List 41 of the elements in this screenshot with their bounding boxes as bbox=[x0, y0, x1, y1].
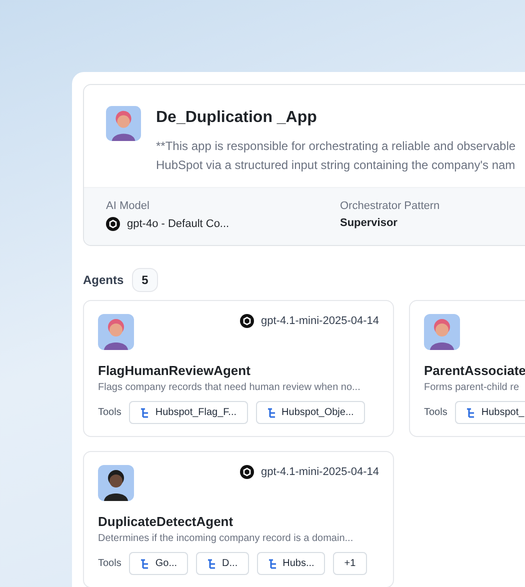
avatar-icon bbox=[424, 314, 460, 350]
agent-card[interactable]: gpt-4.1-mini-2025-04-14 FlagHumanReviewAgent Flags company records that need human review when no... Tools Hubspot_Flag_F... Hubspot_Obje... bbox=[83, 300, 394, 437]
agent-description: Flags company records that need human review when no... bbox=[98, 382, 362, 393]
tool-chip[interactable]: Hubspot_Obje... bbox=[256, 401, 365, 424]
model-name: gpt-4.1-mini-2025-04-14 bbox=[260, 315, 379, 327]
hierarchy-icon bbox=[140, 408, 150, 418]
hierarchy-icon bbox=[207, 558, 218, 568]
hierarchy-icon bbox=[268, 558, 278, 568]
app-description: **This app is responsible for orchestrating a reliable and observable bbox=[156, 138, 516, 155]
more-chip[interactable]: +1 bbox=[333, 552, 367, 575]
tool-chip[interactable]: Hubspot_ bbox=[455, 401, 525, 424]
agent-name: FlagHumanReviewAgent bbox=[98, 363, 252, 378]
tools-label: Tools bbox=[98, 558, 122, 569]
hierarchy-icon bbox=[140, 558, 150, 568]
app-title: De_Duplication _App bbox=[156, 109, 318, 127]
avatar-icon bbox=[98, 314, 134, 350]
tools-label: Tools bbox=[98, 407, 122, 418]
model-icon bbox=[240, 314, 254, 328]
agent-description: Determines if the incoming company record is a domain... bbox=[98, 533, 354, 544]
model-name: gpt-4o - Default Co... bbox=[127, 218, 230, 230]
agent-description: Forms parent-child re bbox=[424, 382, 520, 393]
tool-chip[interactable]: D... bbox=[196, 552, 249, 575]
avatar-icon bbox=[98, 465, 134, 501]
tool-chip[interactable]: Hubspot_Flag_F... bbox=[129, 401, 248, 424]
agent-name: DuplicateDetectAgent bbox=[98, 514, 234, 529]
tool-chip[interactable]: Hubs... bbox=[256, 552, 326, 575]
model-name: gpt-4.1-mini-2025-04-14 bbox=[260, 466, 379, 478]
count-badge: 5 bbox=[132, 268, 158, 292]
model-icon bbox=[240, 465, 254, 479]
section-title: Agents bbox=[83, 273, 124, 287]
hierarchy-icon bbox=[266, 408, 277, 418]
pattern-name: Supervisor bbox=[340, 217, 398, 229]
hierarchy-icon bbox=[466, 408, 476, 418]
agent-card[interactable]: gpt-4.1-mini-2025-04-14 DuplicateDetectAgent Determines if the incoming company record is a domain... Tools Go... D... Hubs... +1 bbox=[83, 451, 394, 587]
tools-label: Tools bbox=[424, 407, 448, 418]
avatar-icon bbox=[106, 106, 141, 141]
app-description: HubSpot via a structured input string containing the company's nam bbox=[156, 157, 516, 174]
detail-label: Orchestrator Pattern bbox=[340, 200, 441, 212]
detail-label: AI Model bbox=[106, 200, 150, 212]
model-icon bbox=[106, 217, 120, 231]
tool-chip[interactable]: Go... bbox=[129, 552, 188, 575]
